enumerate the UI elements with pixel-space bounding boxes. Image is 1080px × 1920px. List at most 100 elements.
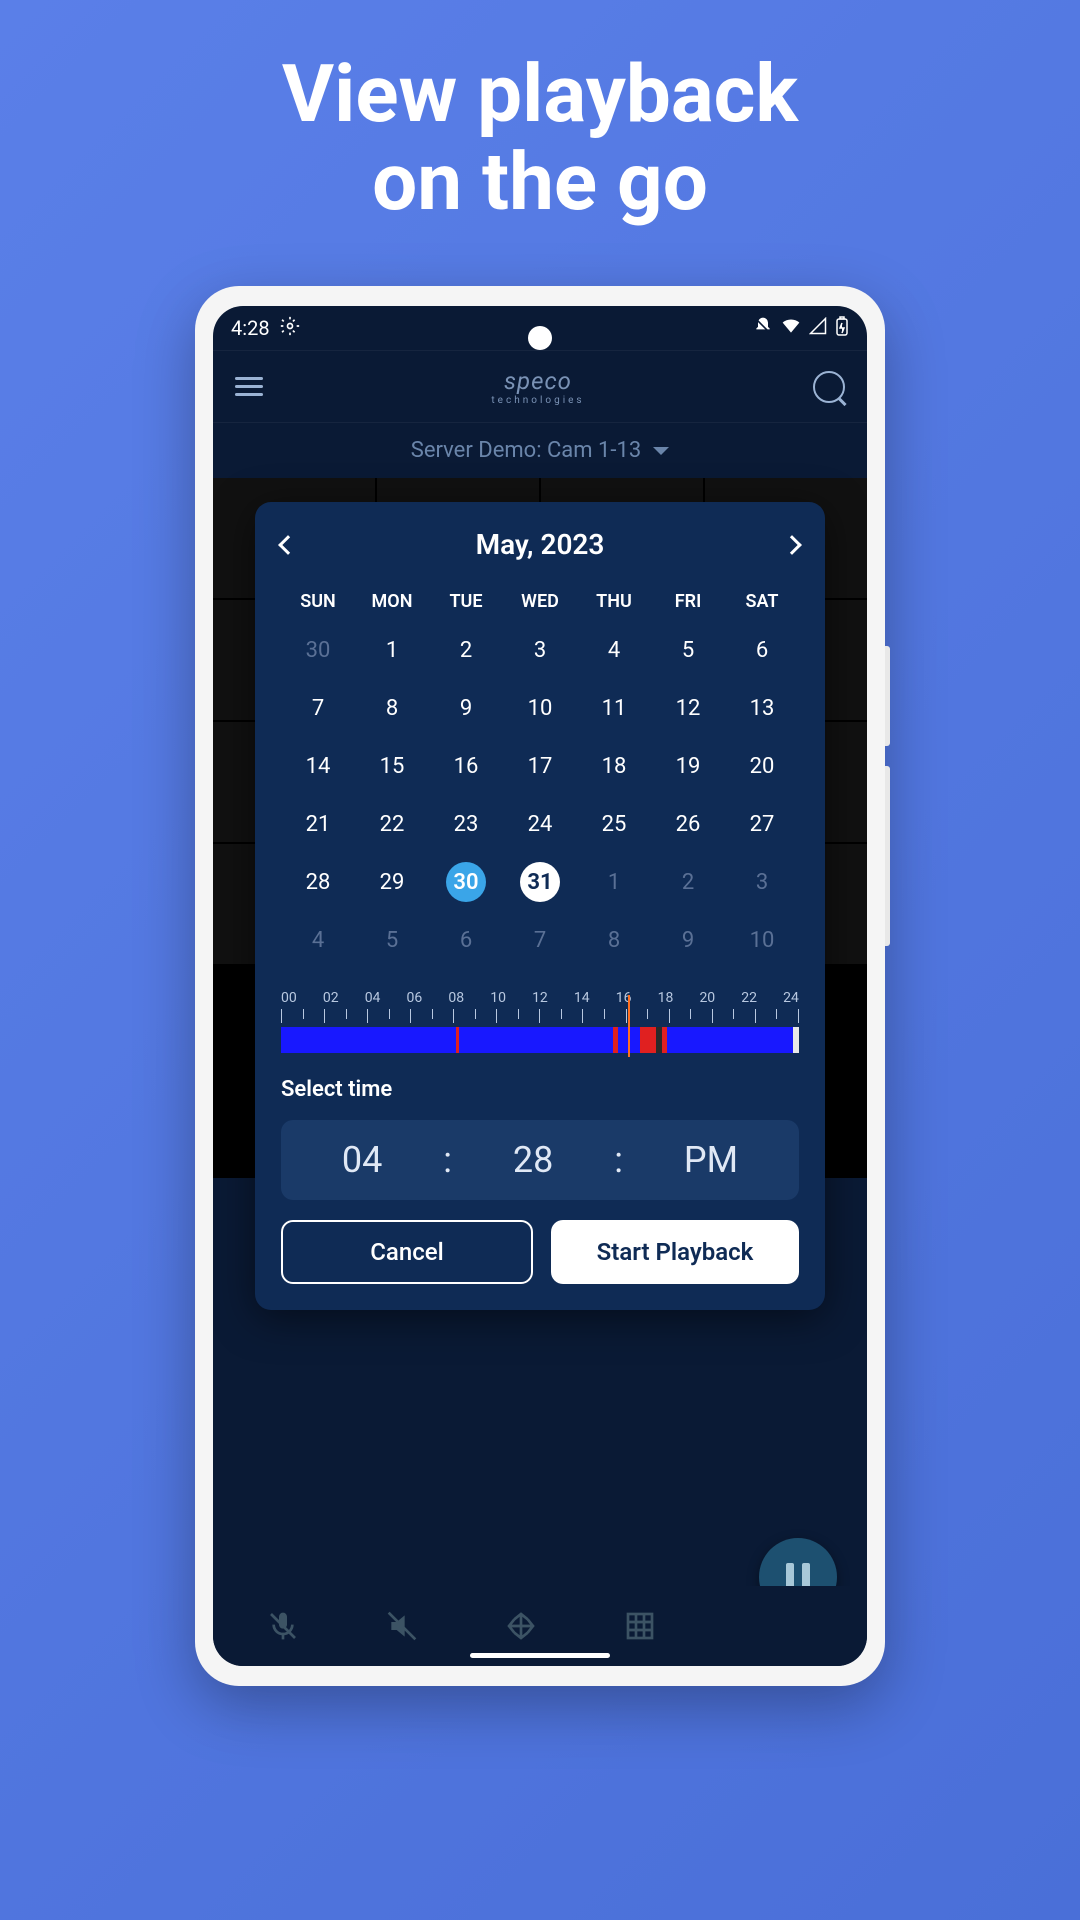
- time-picker[interactable]: 04 : 28 : PM: [281, 1120, 799, 1200]
- hour-label: 18: [658, 990, 674, 1006]
- calendar-day[interactable]: 7: [281, 688, 355, 728]
- home-indicator: [470, 1653, 610, 1658]
- weekday-label: FRI: [651, 591, 725, 612]
- app-header: speco technologies: [213, 350, 867, 422]
- signal-icon: [809, 316, 827, 340]
- hour-label: 24: [783, 990, 799, 1006]
- calendar-day[interactable]: 2: [651, 862, 725, 902]
- grid-icon[interactable]: [624, 1610, 656, 1642]
- calendar-day[interactable]: 18: [577, 746, 651, 786]
- calendar-day[interactable]: 31: [520, 862, 560, 902]
- mute-bell-icon: [753, 316, 773, 341]
- calendar-day[interactable]: 8: [577, 920, 651, 960]
- brand-logo: speco technologies: [491, 367, 584, 406]
- weekday-label: SUN: [281, 591, 355, 612]
- hour-label: 02: [323, 990, 339, 1006]
- calendar-day[interactable]: 22: [355, 804, 429, 844]
- weekday-row: SUNMONTUEWEDTHUFRISAT: [281, 591, 799, 612]
- date-picker-modal: May, 2023 SUNMONTUEWEDTHUFRISAT 30123456…: [255, 502, 825, 1310]
- playhead[interactable]: [628, 995, 630, 1057]
- hour-label: 10: [490, 990, 506, 1006]
- calendar-day[interactable]: 16: [429, 746, 503, 786]
- time-ampm[interactable]: PM: [684, 1139, 738, 1181]
- calendar-day[interactable]: 13: [725, 688, 799, 728]
- time-hour[interactable]: 04: [342, 1139, 382, 1181]
- calendar-day[interactable]: 8: [355, 688, 429, 728]
- calendar-day[interactable]: 6: [725, 630, 799, 670]
- hour-label: 12: [532, 990, 548, 1006]
- weekday-label: SAT: [725, 591, 799, 612]
- calendar-day[interactable]: 10: [725, 920, 799, 960]
- calendar-day[interactable]: 30: [281, 630, 355, 670]
- hero-title: View playback on the go: [282, 50, 798, 226]
- calendar-day[interactable]: 30: [446, 862, 486, 902]
- calendar-day[interactable]: 1: [355, 630, 429, 670]
- phone-screen: 4:28 speco technologies Server Demo: Cam…: [213, 306, 867, 1666]
- calendar-day[interactable]: 5: [651, 630, 725, 670]
- status-time: 4:28: [231, 316, 270, 340]
- timeline-end: [793, 1027, 799, 1053]
- calendar-day[interactable]: 9: [651, 920, 725, 960]
- calendar-day[interactable]: 11: [577, 688, 651, 728]
- menu-icon[interactable]: [235, 377, 263, 396]
- weekday-label: THU: [577, 591, 651, 612]
- calendar-day[interactable]: 14: [281, 746, 355, 786]
- reel-search-icon[interactable]: [813, 371, 845, 403]
- calendar-day[interactable]: 4: [577, 630, 651, 670]
- calendar-day[interactable]: 5: [355, 920, 429, 960]
- mic-off-icon[interactable]: [267, 1610, 299, 1642]
- calendar-day[interactable]: 29: [355, 862, 429, 902]
- hour-label: 06: [407, 990, 423, 1006]
- hour-label: 14: [574, 990, 590, 1006]
- timeline-bar[interactable]: [281, 1027, 799, 1053]
- calendar-day[interactable]: 3: [725, 862, 799, 902]
- cancel-button[interactable]: Cancel: [281, 1220, 533, 1284]
- calendar-days: 3012345678910111213141516171819202122232…: [281, 630, 799, 960]
- calendar-day[interactable]: 20: [725, 746, 799, 786]
- calendar-day[interactable]: 27: [725, 804, 799, 844]
- calendar-day[interactable]: 19: [651, 746, 725, 786]
- camera-selector[interactable]: Server Demo: Cam 1-13: [213, 422, 867, 478]
- hero-line2: on the go: [282, 138, 798, 226]
- hour-label: 08: [448, 990, 464, 1006]
- select-time-label: Select time: [281, 1077, 799, 1102]
- weekday-label: TUE: [429, 591, 503, 612]
- speaker-off-icon[interactable]: [386, 1610, 418, 1642]
- calendar-day[interactable]: 7: [503, 920, 577, 960]
- expand-icon[interactable]: [505, 1610, 537, 1642]
- timeline-hours: 00020406081012141618202224: [281, 990, 799, 1006]
- calendar-day[interactable]: 21: [281, 804, 355, 844]
- calendar-day[interactable]: 6: [429, 920, 503, 960]
- calendar-day[interactable]: 23: [429, 804, 503, 844]
- time-minute[interactable]: 28: [513, 1139, 553, 1181]
- front-camera-dot: [528, 326, 552, 350]
- calendar-day[interactable]: 12: [651, 688, 725, 728]
- start-playback-button[interactable]: Start Playback: [551, 1220, 799, 1284]
- calendar-day[interactable]: 26: [651, 804, 725, 844]
- calendar-day[interactable]: 15: [355, 746, 429, 786]
- weekday-label: MON: [355, 591, 429, 612]
- hour-label: 00: [281, 990, 297, 1006]
- timeline-ruler: [281, 1009, 799, 1023]
- calendar-day[interactable]: 4: [281, 920, 355, 960]
- phone-frame: 4:28 speco technologies Server Demo: Cam…: [195, 286, 885, 1686]
- calendar-day[interactable]: 10: [503, 688, 577, 728]
- calendar-day[interactable]: 24: [503, 804, 577, 844]
- calendar-day[interactable]: 25: [577, 804, 651, 844]
- calendar-day[interactable]: 9: [429, 688, 503, 728]
- next-month-button[interactable]: [782, 535, 802, 555]
- weekday-label: WED: [503, 591, 577, 612]
- calendar-day[interactable]: 28: [281, 862, 355, 902]
- hour-label: 04: [365, 990, 381, 1006]
- timeline[interactable]: 00020406081012141618202224: [281, 990, 799, 1053]
- battery-icon: [835, 316, 849, 341]
- hour-label: 20: [699, 990, 715, 1006]
- hero-line1: View playback: [282, 50, 798, 138]
- prev-month-button[interactable]: [278, 535, 298, 555]
- gear-icon: [280, 316, 300, 341]
- calendar-day[interactable]: 2: [429, 630, 503, 670]
- camera-selector-label: Server Demo: Cam 1-13: [411, 438, 641, 463]
- calendar-day[interactable]: 1: [577, 862, 651, 902]
- calendar-day[interactable]: 17: [503, 746, 577, 786]
- calendar-day[interactable]: 3: [503, 630, 577, 670]
